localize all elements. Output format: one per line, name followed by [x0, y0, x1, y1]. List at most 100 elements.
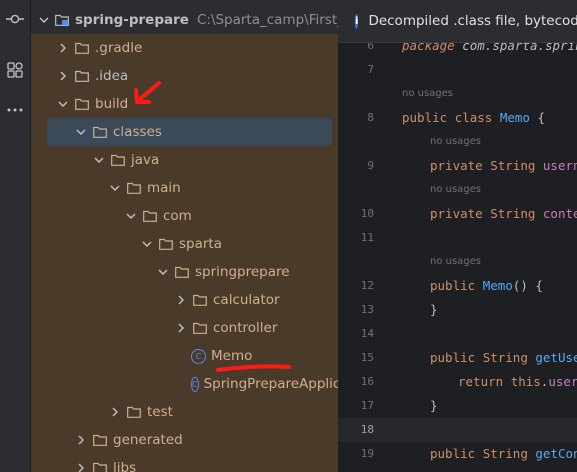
folder-icon	[143, 210, 157, 222]
folder-icon	[111, 154, 125, 166]
chevron-right-icon[interactable]	[175, 322, 187, 334]
chevron-right-icon[interactable]	[109, 406, 121, 418]
tree-item-label: springprepare	[195, 264, 290, 280]
tree-root[interactable]: spring-prepare C:\Sparta_camp\First_Spri…	[39, 6, 338, 34]
folder-icon	[127, 182, 141, 194]
annotation-arrow	[134, 81, 161, 104]
tree-item-calculator[interactable]: calculator	[31, 286, 338, 314]
chevron-down-icon[interactable]	[109, 182, 121, 194]
line-code: private String conten	[430, 206, 577, 221]
line-code: public String getCont	[430, 446, 577, 461]
tree-item-label: sparta	[179, 236, 222, 252]
decompiled-notice-text: Decompiled .class file, bytecode	[368, 13, 577, 29]
folder-icon	[75, 42, 89, 54]
line-number: 9	[367, 159, 374, 172]
root-project-name: spring-prepare	[75, 12, 189, 28]
usage-hint[interactable]: no usages	[430, 184, 481, 195]
chevron-down-icon[interactable]	[125, 210, 137, 222]
code-editor[interactable]: 6 package com.sparta.spring 7 no usages 8…	[338, 0, 577, 472]
tree-item-label: calculator	[213, 292, 280, 308]
line-number: 12	[360, 279, 374, 292]
line-number: 8	[367, 111, 374, 124]
code-line: 13}	[338, 298, 577, 322]
code-line: 19 public String getCont	[338, 442, 577, 466]
tree-item-libs[interactable]: libs	[31, 454, 338, 472]
structure-icon[interactable]	[3, 58, 27, 82]
code-line: 14	[338, 322, 577, 346]
line-number: 16	[360, 375, 374, 388]
chevron-down-icon[interactable]	[157, 266, 169, 278]
tree-item-label: .idea	[95, 68, 129, 84]
tree-item-label: controller	[213, 320, 278, 336]
code-line: 8 public class Memo {	[338, 106, 577, 130]
more-options-icon[interactable]	[3, 98, 27, 122]
code-line: 9 private String userna	[338, 154, 577, 178]
line-code: return this.userna	[458, 374, 577, 389]
line-code: }	[430, 302, 438, 317]
current-line: 18	[338, 418, 577, 442]
tree-item-sparta[interactable]: sparta	[31, 230, 338, 258]
code-line: 15 public String getUser	[338, 346, 577, 370]
tree-item-com[interactable]: com	[31, 202, 338, 230]
chevron-down-icon[interactable]	[57, 98, 69, 110]
code-line: 12 public Memo() {	[338, 274, 577, 298]
module-folder-icon	[55, 14, 69, 26]
line-code: private String userna	[430, 158, 577, 173]
line-number: 11	[360, 231, 374, 244]
code-line: 17}	[338, 394, 577, 418]
tree-item-label: SpringPrepareApplica	[203, 376, 338, 392]
line-code: public String getUser	[430, 350, 577, 365]
folder-icon	[159, 238, 173, 250]
tree-item-build[interactable]: build	[31, 90, 338, 118]
class-icon: C	[191, 376, 199, 392]
tree-item-label: java	[131, 152, 160, 168]
line-number: 18	[360, 423, 374, 436]
folder-icon	[175, 266, 189, 278]
tree-item-generated[interactable]: generated	[31, 426, 338, 454]
tree-item-main[interactable]: main	[31, 174, 338, 202]
tree-item-springprepareapplication[interactable]: C SpringPrepareApplica	[31, 370, 338, 398]
chevron-down-icon[interactable]	[39, 14, 49, 26]
chevron-down-icon[interactable]	[93, 154, 105, 166]
code-line: 16 return this.userna	[338, 370, 577, 394]
line-number: 15	[360, 351, 374, 364]
tree-item-label: build	[95, 96, 129, 112]
folder-icon	[93, 126, 107, 138]
tree-item-label: classes	[113, 124, 162, 140]
tree-item-gradle[interactable]: .gradle	[31, 34, 338, 62]
line-number: 10	[360, 207, 374, 220]
line-number: 17	[360, 399, 374, 412]
tree-item-controller[interactable]: controller	[31, 314, 338, 342]
tree-item-java[interactable]: java	[31, 146, 338, 174]
tree-item-springprepare[interactable]: springprepare	[31, 258, 338, 286]
usage-hint[interactable]: no usages	[430, 136, 481, 147]
info-icon: i	[355, 13, 359, 29]
code-line: 11	[338, 226, 577, 250]
chevron-right-icon[interactable]	[57, 70, 69, 82]
root-project-path: C:\Sparta_camp\First_Sprin	[196, 12, 338, 28]
folder-icon	[75, 98, 89, 110]
folder-icon	[127, 406, 141, 418]
project-tree: spring-prepare C:\Sparta_camp\First_Spri…	[31, 0, 338, 472]
line-number: 19	[360, 447, 374, 460]
commit-icon[interactable]	[3, 7, 27, 31]
chevron-right-icon[interactable]	[57, 42, 69, 54]
chevron-right-icon[interactable]	[75, 462, 87, 472]
tree-item-label: .gradle	[95, 40, 143, 56]
class-icon: C	[191, 348, 206, 364]
line-number: 13	[360, 303, 374, 316]
tree-item-test[interactable]: test	[31, 398, 338, 426]
folder-icon	[75, 70, 89, 82]
usage-hint[interactable]: no usages	[430, 256, 481, 267]
tree-item-label: generated	[113, 432, 183, 448]
line-code: }	[430, 398, 438, 413]
tree-item-idea[interactable]: .idea	[31, 62, 338, 90]
chevron-right-icon[interactable]	[75, 434, 87, 446]
usage-hint[interactable]: no usages	[402, 88, 453, 99]
chevron-down-icon[interactable]	[141, 238, 153, 250]
tree-item-label: libs	[113, 460, 137, 472]
tree-item-classes[interactable]: classes	[47, 118, 332, 146]
chevron-right-icon[interactable]	[175, 294, 187, 306]
annotation-underline	[216, 364, 291, 372]
chevron-down-icon[interactable]	[75, 126, 87, 138]
